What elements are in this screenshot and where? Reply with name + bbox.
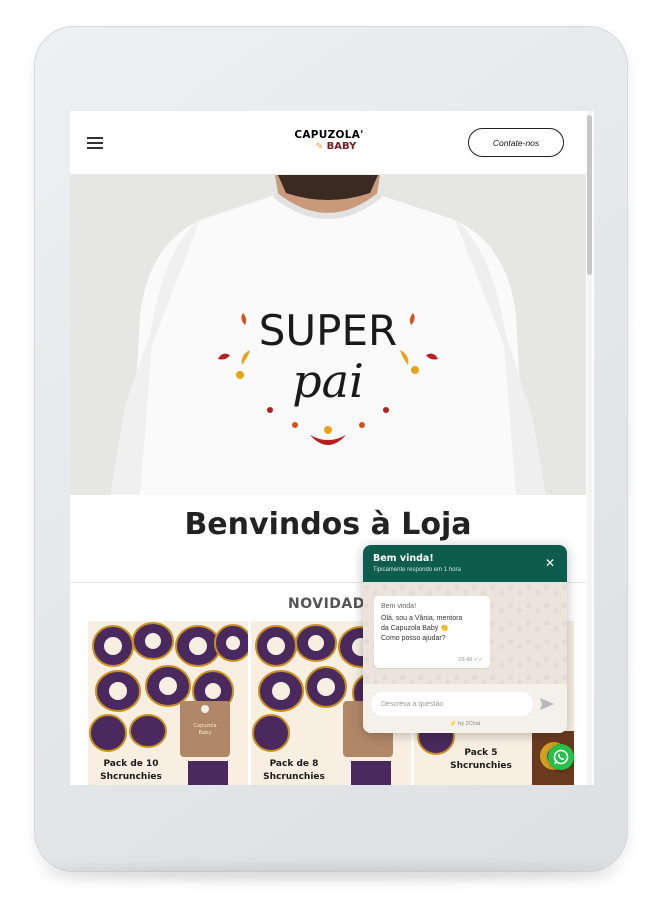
chat-widget: Bem vinda! Tipicamente respondo em 1 hor…: [363, 545, 567, 733]
product-card[interactable]: Capuzola Baby Pack de 10 Shcrunchies: [88, 621, 248, 785]
message-text: Olá, sou a Vânia, mentora da Capuzola Ba…: [381, 615, 463, 642]
scrollbar-thumb[interactable]: [587, 115, 592, 275]
logo-top-text: CAPUZOLA': [294, 129, 364, 141]
chat-subtitle: Tipicamente respondo em 1 hora: [373, 567, 461, 573]
close-icon[interactable]: ✕: [543, 556, 557, 570]
site-header: CAPUZOLA' ✎ BABY Contate-nos: [70, 111, 586, 175]
chat-title: Bem vinda!: [373, 553, 434, 564]
whatsapp-icon[interactable]: [548, 744, 574, 770]
message-time: 03:49 ✓✓: [458, 657, 483, 663]
chat-input-bar: ⚡ by 2Chat: [363, 684, 567, 733]
product-name: Pack de 8 Shcrunchies: [263, 759, 325, 782]
chat-message-input[interactable]: [371, 692, 533, 716]
svg-text:Baby: Baby: [199, 730, 212, 736]
chat-message: Bem vinda! Olá, sou a Vânia, mentora da …: [374, 596, 490, 668]
shirt-print-pai: pai: [292, 354, 364, 408]
logo-bottom-text: ✎ BABY: [315, 141, 357, 152]
tshirt-illustration: SUPER pai: [70, 175, 586, 495]
message-sender: Bem vinda!: [381, 603, 417, 610]
hero-image: SUPER pai: [70, 175, 586, 495]
product-name: Pack de 10 Shcrunchies: [100, 759, 162, 782]
read-check-icon: ✓✓: [473, 657, 483, 663]
browser-screen: CAPUZOLA' ✎ BABY Contate-nos SUPER pai B…: [70, 111, 594, 785]
chat-body: Bem vinda! Olá, sou a Vânia, mentora da …: [363, 582, 567, 684]
pacifier-icon: ✎: [315, 142, 324, 152]
powered-by: ⚡ by 2Chat: [449, 721, 481, 727]
tablet-shadow: [40, 866, 620, 880]
svg-text:Capuzola: Capuzola: [193, 723, 216, 729]
shirt-print-super: SUPER: [259, 306, 397, 355]
scrollbar[interactable]: [587, 111, 592, 785]
product-name: Pack 5 Shcrunchies: [450, 748, 512, 771]
chat-header: Bem vinda! Tipicamente respondo em 1 hor…: [363, 545, 567, 582]
send-icon[interactable]: [539, 696, 555, 712]
menu-icon[interactable]: [87, 137, 103, 149]
page-title: Benvindos à Loja: [184, 507, 472, 542]
logo[interactable]: CAPUZOLA' ✎ BABY: [292, 129, 366, 157]
contact-button[interactable]: Contate-nos: [468, 128, 564, 157]
